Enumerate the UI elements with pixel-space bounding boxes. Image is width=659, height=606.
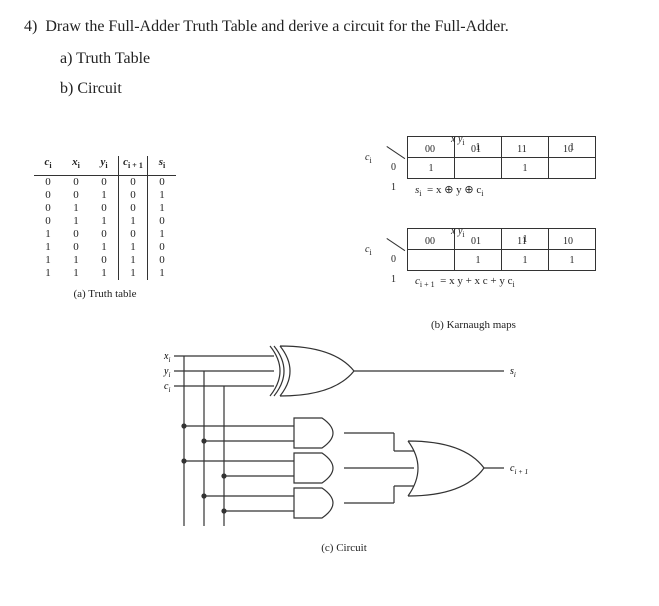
kmap-s: x yi ci 00011110 01 1111 si = x ⊕ y ⊕ ci xyxy=(359,136,649,198)
table-row: 11010 xyxy=(34,254,176,267)
question-heading: 4) Draw the Full-Adder Truth Table and d… xyxy=(24,18,635,36)
question-prompt: Draw the Full-Adder Truth Table and deri… xyxy=(45,18,508,35)
question-part-b: b) Circuit xyxy=(60,80,635,98)
circuit-output-s: si xyxy=(510,366,516,379)
table-row: 01001 xyxy=(34,202,176,215)
table-row: 10110 xyxy=(34,241,176,254)
circuit-caption: (c) Circuit xyxy=(144,542,544,554)
circuit-input-x: xi xyxy=(163,351,170,364)
truth-table-caption: (a) Truth table xyxy=(34,288,176,300)
question-number: 4) xyxy=(24,18,37,35)
kmap-caption: (b) Karnaugh maps xyxy=(431,319,649,331)
circuit-diagram: xi yi ci si ci + 1 (c) Circuit xyxy=(144,336,544,554)
table-row: 11111 xyxy=(34,267,176,280)
question-part-a: a) Truth Table xyxy=(60,50,635,68)
circuit-input-c: ci xyxy=(164,381,170,394)
kmap-s-equation: si = x ⊕ y ⊕ ci xyxy=(415,183,649,198)
kmap-c-equation: ci + 1 = x y + x c + y ci xyxy=(415,275,649,289)
table-row: 00000 xyxy=(34,176,176,190)
circuit-output-c: ci + 1 xyxy=(510,463,528,476)
table-row: 10001 xyxy=(34,228,176,241)
table-row: 00101 xyxy=(34,189,176,202)
table-row: 01110 xyxy=(34,215,176,228)
circuit-input-y: yi xyxy=(163,366,170,379)
karnaugh-maps: x yi ci 00011110 01 1111 si = x ⊕ y ⊕ ci… xyxy=(359,116,649,331)
figure-area: ci xi yi ci + 1 si 000000010101001011101… xyxy=(24,116,635,576)
kmap-c: x yi ci 00011110 01 1111 ci + 1 = x y + … xyxy=(359,228,649,289)
truth-table: ci xi yi ci + 1 si 000000010101001011101… xyxy=(34,156,176,300)
